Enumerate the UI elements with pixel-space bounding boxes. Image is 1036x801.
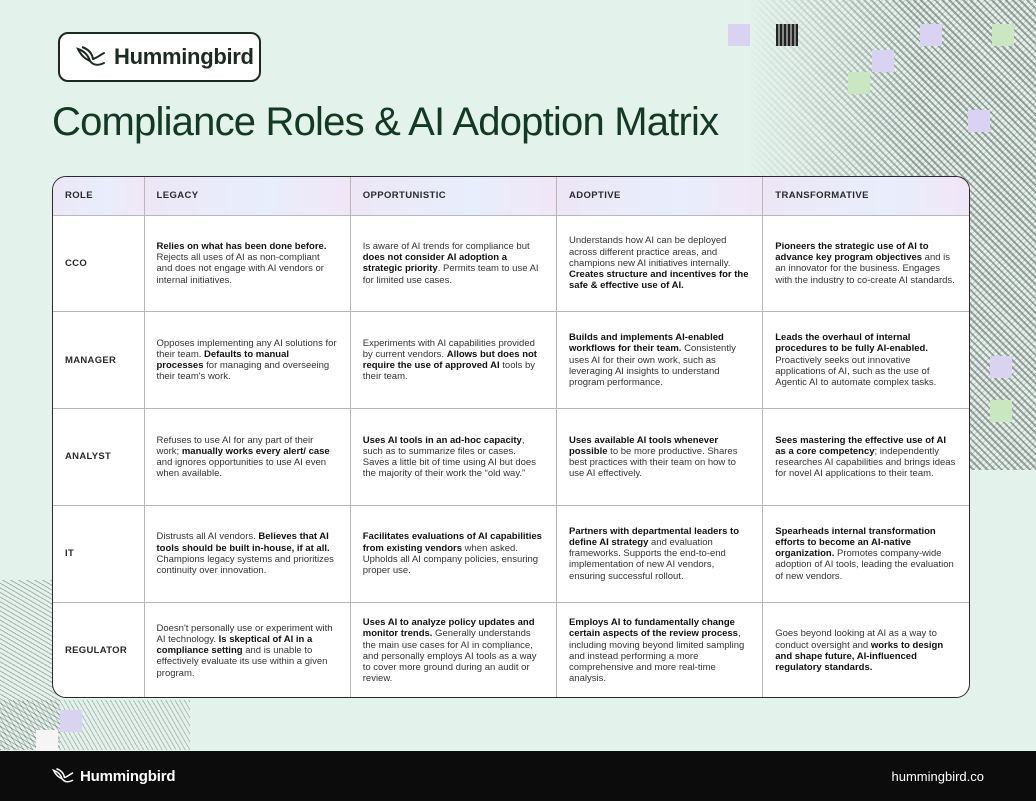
cell-text: Champions legacy systems and prioritizes… xyxy=(156,553,334,576)
matrix-cell: Relies on what has been done before. Rej… xyxy=(144,215,351,313)
cell-text: Distrusts all AI vendors. xyxy=(156,531,259,543)
brand-logo: Hummingbird xyxy=(58,32,261,82)
table-row: IT Distrusts all AI vendors. Believes tha… xyxy=(53,505,969,603)
matrix-cell: Uses available AI tools whenever possibl… xyxy=(556,408,764,506)
footer: Hummingbird hummingbird.co xyxy=(0,751,1036,801)
matrix-cell: Distrusts all AI vendors. Believes that … xyxy=(144,505,351,603)
decorative-tile xyxy=(728,24,750,46)
matrix-cell: Employs AI to fundamentally change certa… xyxy=(556,602,764,697)
matrix-cell: Sees mastering the effective use of AI a… xyxy=(762,408,969,506)
cell-text: Is aware of AI trends for compliance but xyxy=(362,240,530,252)
cell-text-bold: Pioneers the strategic use of AI to adva… xyxy=(775,240,929,264)
hummingbird-icon xyxy=(52,767,74,783)
matrix-cell: Partners with departmental leaders to de… xyxy=(556,505,764,603)
column-header: TRANSFORMATIVE xyxy=(762,177,969,216)
decorative-tile xyxy=(968,110,990,132)
matrix-body: CCO Relies on what has been done before. … xyxy=(53,215,969,697)
cell-text-bold: Creates structure and incentives for the… xyxy=(569,269,749,292)
decorative-tile xyxy=(872,50,894,72)
column-header: LEGACY xyxy=(144,177,351,216)
table-row: MANAGER Opposes implementing any AI solut… xyxy=(53,311,969,410)
matrix-cell: Doesn't personally use or experiment wit… xyxy=(144,602,351,697)
cell-text: Understands how AI can be deployed acros… xyxy=(569,235,731,269)
matrix-cell: Pioneers the strategic use of AI to adva… xyxy=(762,215,969,313)
role-label: IT xyxy=(53,505,145,603)
footer-brand: Hummingbird xyxy=(80,767,176,785)
header-row: ROLE LEGACY OPPORTUNISTIC ADOPTIVE TRANSFORM… xyxy=(53,177,969,216)
role-label: ANALYST xyxy=(53,408,145,506)
page: Hummingbird Compliance Roles & AI Adopti… xyxy=(0,0,1036,801)
decorative-tile xyxy=(36,730,58,752)
decorative-tile xyxy=(990,356,1012,378)
table-row: CCO Relies on what has been done before. … xyxy=(53,215,969,313)
cell-text-bold: Employs AI to fundamentally change certa… xyxy=(569,617,738,640)
decorative-tile xyxy=(848,72,870,94)
decorative-tile xyxy=(992,24,1014,46)
table-row: ANALYST Refuses to use AI for any part of… xyxy=(53,408,969,506)
table-row: REGULATOR Doesn't personally use or exper… xyxy=(53,602,969,697)
cell-text-bold: Relies on what has been done before. xyxy=(156,240,327,252)
matrix-cell: Leads the overhaul of internal procedure… xyxy=(762,311,969,410)
cell-text: and ignores opportunities to use AI even… xyxy=(156,456,327,480)
brand-name: Hummingbird xyxy=(114,44,254,69)
column-header: OPPORTUNISTIC xyxy=(350,177,558,216)
decorative-tile xyxy=(990,400,1012,422)
role-label: MANAGER xyxy=(53,311,145,410)
matrix-cell: Builds and implements AI-enabled workflo… xyxy=(556,311,764,410)
matrix-cell: Experiments with AI capabilities provide… xyxy=(350,311,558,410)
matrix-cell: Uses AI to analyze policy updates and mo… xyxy=(350,602,558,697)
decorative-tile xyxy=(920,24,942,46)
matrix-cell: Uses AI tools in an ad-hoc capacity, suc… xyxy=(350,408,558,506)
cell-text: Rejects all uses of AI as non-compliant … xyxy=(156,252,324,286)
matrix-cell: Facilitates evaluations of AI capabiliti… xyxy=(350,505,558,603)
matrix-cell: Opposes implementing any AI solutions fo… xyxy=(144,311,351,410)
column-header: ROLE xyxy=(53,177,145,216)
decorative-tile xyxy=(60,710,82,732)
role-label: CCO xyxy=(53,215,145,313)
matrix-cell: Spearheads internal transformation effor… xyxy=(762,505,969,603)
cell-text-bold: Uses AI tools in an ad-hoc capacity xyxy=(362,434,522,446)
hummingbird-icon xyxy=(76,46,105,66)
column-header: ADOPTIVE xyxy=(556,177,764,216)
role-label: REGULATOR xyxy=(53,602,145,697)
adoption-matrix: ROLE LEGACY OPPORTUNISTIC ADOPTIVE TRANSFORM… xyxy=(52,176,970,698)
cell-text-bold: Leads the overhaul of internal procedure… xyxy=(775,332,928,355)
cell-text: Proactively seeks out innovative applica… xyxy=(775,354,937,388)
matrix-cell: Is aware of AI trends for compliance but… xyxy=(350,215,558,313)
matrix-cell: Goes beyond looking at AI as a way to co… xyxy=(763,602,969,697)
footer-url-link[interactable]: hummingbird.co xyxy=(892,769,985,784)
page-title: Compliance Roles & AI Adoption Matrix xyxy=(52,100,719,144)
decorative-collage-bottom xyxy=(0,700,190,750)
decorative-tile xyxy=(776,24,798,46)
footer-logo: Hummingbird xyxy=(52,767,175,785)
cell-text-bold: manually works every alert/ case xyxy=(181,445,330,457)
matrix-cell: Understands how AI can be deployed acros… xyxy=(556,215,764,313)
matrix-cell: Refuses to use AI for any part of their … xyxy=(144,408,351,506)
matrix-table: ROLE LEGACY OPPORTUNISTIC ADOPTIVE TRANSFORM… xyxy=(53,177,969,697)
